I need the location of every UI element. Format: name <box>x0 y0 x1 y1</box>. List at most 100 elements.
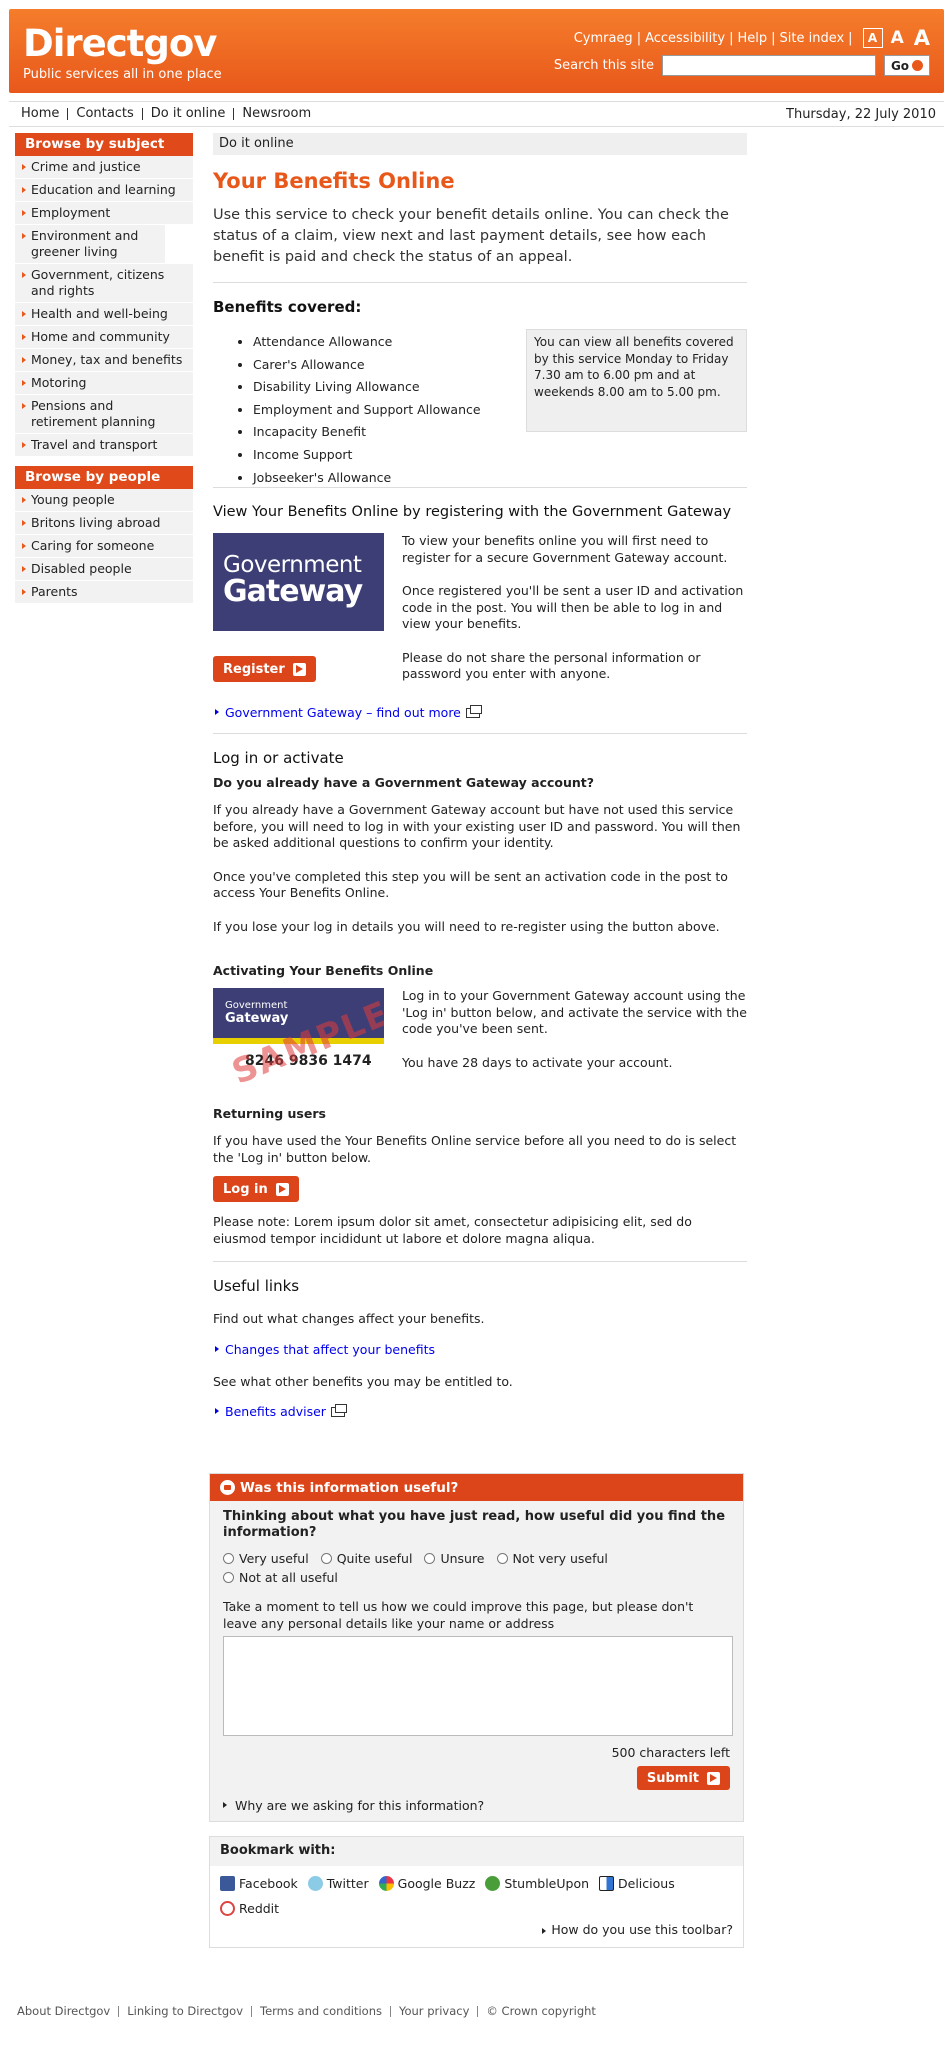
site-index-link[interactable]: Site index <box>780 31 845 46</box>
why-label: Why are we asking for this information? <box>235 1798 485 1813</box>
option-unsure[interactable]: Unsure <box>424 1551 485 1566</box>
feedback-textarea[interactable] <box>223 1636 733 1736</box>
toolbar-help-link[interactable]: How do you use this toolbar? <box>220 1922 733 1937</box>
footer-about-link[interactable]: About Directgov <box>17 2005 118 2017</box>
option-very-useful[interactable]: Very useful <box>223 1551 309 1566</box>
option-label: Quite useful <box>336 1551 413 1566</box>
bookmark-twitter[interactable]: Twitter <box>307 1876 369 1891</box>
submit-label: Submit <box>646 1770 699 1786</box>
footer-privacy-link[interactable]: Your privacy <box>389 2005 477 2017</box>
sidebar-item-government[interactable]: Government, citizens and rights <box>15 264 193 303</box>
bookmark-google-buzz[interactable]: Google Buzz <box>378 1876 475 1891</box>
gg-logo-line2: Gateway <box>223 574 363 609</box>
changes-affect-benefits-link[interactable]: Changes that affect your benefits <box>213 1342 435 1357</box>
option-not-at-all-useful[interactable]: Not at all useful <box>223 1570 338 1585</box>
footer-copyright-link[interactable]: © Crown copyright <box>477 2005 604 2017</box>
sidebar-item-motoring[interactable]: Motoring <box>15 372 193 395</box>
gg-link-label: Government Gateway – find out more <box>225 705 461 720</box>
bookmark-delicious[interactable]: Delicious <box>599 1876 675 1891</box>
go-button[interactable]: Go <box>884 55 930 76</box>
nav-newsroom[interactable]: Newsroom <box>233 107 319 120</box>
option-not-very-useful[interactable]: Not very useful <box>496 1551 608 1566</box>
bookmark-facebook[interactable]: Facebook <box>220 1876 298 1891</box>
new-window-icon <box>465 705 482 718</box>
why-asking-toggle[interactable]: Why are we asking for this information? <box>223 1798 730 1813</box>
register-button[interactable]: Register <box>213 656 316 682</box>
government-gateway-link[interactable]: Government Gateway – find out more <box>213 705 482 720</box>
sidebar-item-young-people[interactable]: Young people <box>15 489 193 512</box>
sidebar-item-crime[interactable]: Crime and justice <box>15 156 193 179</box>
sidebar-item-health[interactable]: Health and well-being <box>15 303 193 326</box>
radio-button[interactable] <box>223 1553 234 1564</box>
text-size-medium-button[interactable]: A <box>891 28 904 48</box>
delicious-icon <box>599 1876 615 1891</box>
benefits-section: Benefits covered: Attendance Allowance C… <box>213 297 747 487</box>
accessibility-link[interactable]: Accessibility <box>645 31 725 46</box>
breadcrumb: Do it online <box>213 133 747 155</box>
nav-contacts[interactable]: Contacts <box>67 107 141 120</box>
footer-terms-link[interactable]: Terms and conditions <box>251 2005 390 2017</box>
list-item: Employment and Support Allowance <box>253 399 481 422</box>
sidebar-item-education[interactable]: Education and learning <box>15 179 193 202</box>
radio-button[interactable] <box>223 1572 234 1583</box>
sidebar-item-disabled[interactable]: Disabled people <box>15 558 193 581</box>
radio-button[interactable] <box>424 1553 436 1564</box>
bookmark-label: Reddit <box>239 1901 280 1916</box>
login-button[interactable]: Log in <box>213 1176 299 1202</box>
register-text: To view your benefits online you will fi… <box>402 533 747 700</box>
login-label: Log in <box>223 1181 268 1197</box>
gg-link-row: Government Gateway – find out more <box>213 705 482 721</box>
divider <box>213 282 747 283</box>
sidebar-item-money[interactable]: Money, tax and benefits <box>15 349 193 372</box>
submit-button[interactable]: Submit <box>636 1766 730 1790</box>
option-label: Unsure <box>440 1551 485 1566</box>
register-label: Register <box>223 661 285 677</box>
text-size-large-button[interactable]: A <box>914 26 930 50</box>
option-label: Not at all useful <box>239 1570 338 1585</box>
sidebar-item-travel[interactable]: Travel and transport <box>15 434 193 457</box>
help-link[interactable]: Help <box>737 31 767 46</box>
sidebar-item-caring[interactable]: Caring for someone <box>15 535 193 558</box>
useful-links-heading: Useful links <box>213 1277 300 1295</box>
option-quite-useful[interactable]: Quite useful <box>320 1551 413 1566</box>
returning-paragraph: If you have used the Your Benefits Onlin… <box>213 1133 737 1165</box>
new-window-icon <box>330 1404 347 1417</box>
feedback-heading: Was this information useful? <box>240 1479 459 1496</box>
footer-linking-link[interactable]: Linking to Directgov <box>118 2005 251 2017</box>
directgov-logo[interactable]: Directgov <box>23 25 217 62</box>
nav-do-it-online[interactable]: Do it online <box>141 107 234 120</box>
bookmark-stumbleupon[interactable]: StumbleUpon <box>485 1876 589 1891</box>
sidebar-item-home[interactable]: Home and community <box>15 326 193 349</box>
search-label: Search this site <box>553 58 654 73</box>
bookmark-label: StumbleUpon <box>504 1876 590 1891</box>
site-header: Directgov Public services all in one pla… <box>9 9 944 93</box>
facebook-icon <box>220 1876 235 1891</box>
current-date: Thursday, 22 July 2010 <box>786 106 936 122</box>
arrow-right-icon <box>912 60 924 71</box>
twitter-icon <box>307 1876 323 1891</box>
divider <box>213 1261 747 1262</box>
text-size-small-button[interactable]: A <box>862 28 883 48</box>
bookmark-label: Facebook <box>239 1876 298 1891</box>
nav-home[interactable]: Home <box>21 107 67 120</box>
sidebar-item-environment[interactable]: Environment and greener living <box>15 225 165 264</box>
main-nav: Home Contacts Do it online Newsroom Thur… <box>9 101 944 127</box>
benefits-list: Attendance Allowance Carer's Allowance D… <box>243 331 481 489</box>
sidebar-item-employment[interactable]: Employment <box>15 202 193 225</box>
sidebar-item-britons-abroad[interactable]: Britons living abroad <box>15 512 193 535</box>
bookmark-label: Delicious <box>618 1876 675 1891</box>
radio-button[interactable] <box>496 1553 508 1564</box>
cymraeg-link[interactable]: Cymraeg <box>574 31 633 46</box>
search-input[interactable] <box>662 55 876 76</box>
browse-by-subject-heading: Browse by subject <box>15 133 193 156</box>
feedback-prompt: Take a moment to tell us how we could im… <box>223 1599 694 1631</box>
speech-bubble-icon <box>220 1480 235 1495</box>
sidebar-item-parents[interactable]: Parents <box>15 581 193 604</box>
feedback-form: Was this information useful? Thinking ab… <box>209 1473 744 1822</box>
bookmark-reddit[interactable]: Reddit <box>220 1901 279 1916</box>
radio-button[interactable] <box>320 1553 332 1564</box>
register-paragraph: Please do not share the personal informa… <box>402 649 701 682</box>
sidebar-item-pensions[interactable]: Pensions and retirement planning <box>15 395 193 434</box>
bookmark-heading: Bookmark with: <box>210 1837 743 1866</box>
benefits-adviser-link[interactable]: Benefits adviser <box>213 1404 347 1419</box>
